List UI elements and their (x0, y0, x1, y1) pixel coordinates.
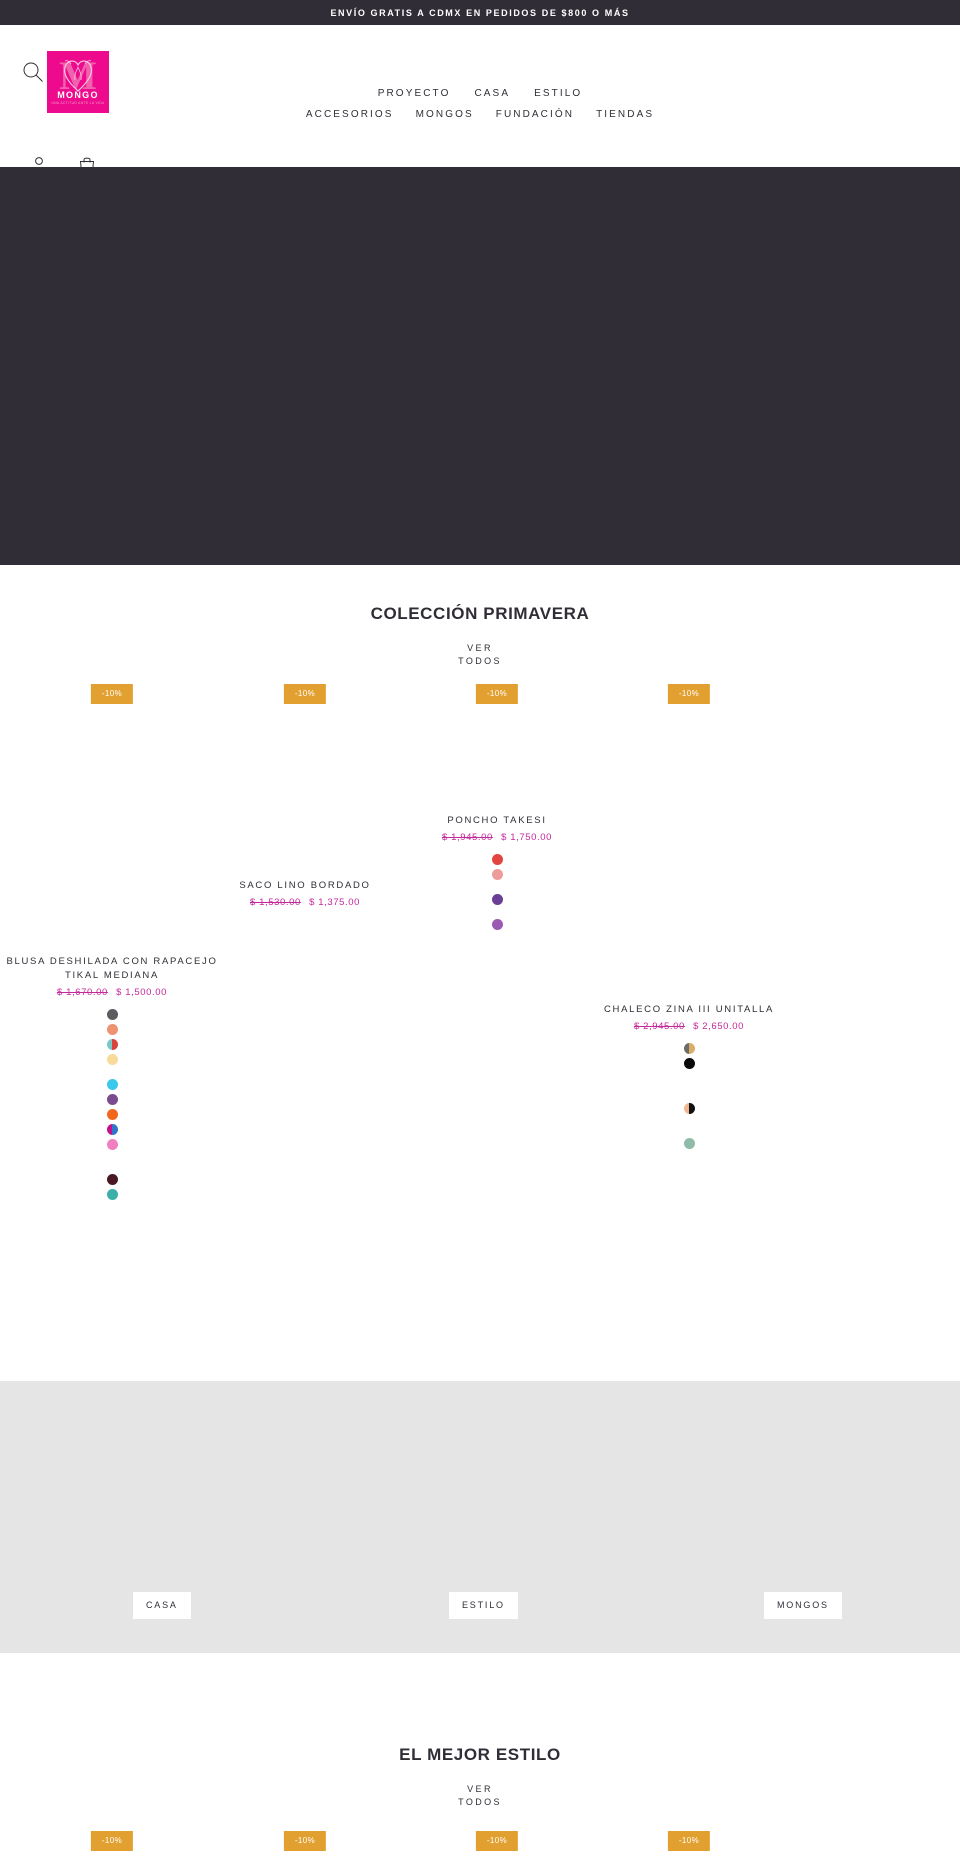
discount-badge: -10% (667, 684, 711, 704)
price-sale: $ 1,500.00 (116, 987, 168, 998)
color-swatch-negro[interactable] (683, 1058, 695, 1069)
color-swatch-naranja[interactable] (106, 1109, 118, 1120)
nav-item-casa[interactable]: CASA (474, 83, 510, 104)
collection-view-all-link[interactable]: VER TODOS (0, 642, 960, 668)
promo-button-casa[interactable]: CASA (133, 1592, 191, 1619)
product-title-line-1: CHALECO ZINA III UNITALLA (603, 1004, 775, 1015)
color-swatch-magenta-azul[interactable] (106, 1124, 118, 1135)
color-swatch-verde-salvia[interactable] (683, 1138, 695, 1149)
bestsellers-product-grid: -10% -10% -10% -10% (0, 1831, 960, 1875)
product-image[interactable] (573, 684, 805, 1003)
product-price: $ 1,670.00 $ 1,500.00 (0, 986, 228, 1000)
discount-badge: -10% (283, 1831, 327, 1851)
color-swatch-gris-camel[interactable] (683, 1043, 695, 1054)
collection-section: COLECCIÓN PRIMAVERA VER TODOS -10% BLUSA… (0, 604, 960, 1224)
swatch-half-right (689, 1103, 695, 1114)
product-card[interactable]: -10% CHALECO ZINA III UNITALLA $ 2,945.0… (573, 684, 805, 1153)
price-sale: $ 1,375.00 (309, 897, 361, 908)
bestsellers-title: EL MEJOR ESTILO (399, 1745, 561, 1764)
nav-item-tiendas[interactable]: TIENDAS (596, 104, 654, 125)
bestsellers-section: EL MEJOR ESTILO VER TODOS -10% -10% -10%… (0, 1745, 960, 1875)
nav-item-estilo[interactable]: ESTILO (534, 83, 582, 104)
nav-item-proyecto[interactable]: PROYECTO (378, 83, 451, 104)
color-swatch-morado[interactable] (106, 1094, 118, 1105)
discount-badge: -10% (283, 684, 327, 704)
price-sale: $ 1,750.00 (501, 832, 553, 843)
nav-row-secondary: ACCESORIOS MONGOS FUNDACIÓN TIENDAS (0, 104, 960, 125)
main-navigation: PROYECTO CASA ESTILO ACCESORIOS MONGOS F… (0, 83, 960, 125)
view-all-line-1: VER (467, 643, 493, 653)
color-swatch-cian[interactable] (106, 1079, 118, 1090)
announcement-bar: ENVÍO GRATIS A CDMX EN PEDIDOS DE $800 O… (0, 0, 960, 25)
color-swatch-rojo[interactable] (491, 854, 503, 865)
price-original: $ 1,530.00 (249, 897, 301, 908)
color-swatch-rosa-palo[interactable] (491, 869, 503, 880)
category-promo-section: CASA ESTILO MONGOS (0, 1381, 960, 1653)
hero-banner[interactable] (0, 167, 960, 565)
color-swatch-morado-oscuro[interactable] (491, 894, 503, 905)
collection-title: COLECCIÓN PRIMAVERA (370, 604, 590, 623)
site-header: M MONGO UNA ACTITUD ANTE LA VIDA PROYECT… (0, 25, 960, 174)
search-icon[interactable] (22, 61, 44, 83)
color-swatch-vino[interactable] (106, 1174, 118, 1185)
discount-badge: -10% (475, 1831, 519, 1851)
collection-product-grid: -10% BLUSA DESHILADA CON RAPACEJO TIKAL … (0, 684, 960, 1224)
swatch-half-right (689, 1043, 695, 1054)
bestsellers-view-all-link[interactable]: VER TODOS (0, 1783, 960, 1809)
color-swatch-amarillo-claro[interactable] (106, 1054, 118, 1065)
color-swatch-verde-agua[interactable] (106, 1189, 118, 1200)
swatch-half-right (112, 1124, 118, 1135)
discount-badge: -10% (90, 1831, 134, 1851)
color-swatch-durazno-negro[interactable] (683, 1103, 695, 1114)
price-original: $ 1,670.00 (56, 987, 108, 998)
nav-item-fundacion[interactable]: FUNDACIÓN (496, 104, 574, 125)
color-swatch-list (573, 1043, 805, 1153)
nav-item-mongos[interactable]: MONGOS (416, 104, 474, 125)
color-swatch-list (0, 1009, 228, 1204)
price-original: $ 2,945.00 (633, 1021, 685, 1032)
discount-badge: -10% (90, 684, 134, 704)
product-title-line-2: TIKAL MEDIANA (64, 970, 160, 981)
view-all-line-2: TODOS (458, 656, 502, 666)
color-swatch-turquesa-rojo[interactable] (106, 1039, 118, 1050)
swatch-half-right (112, 1039, 118, 1050)
color-swatch-rosa[interactable] (106, 1139, 118, 1150)
nav-row-primary: PROYECTO CASA ESTILO (0, 83, 960, 104)
promo-button-estilo[interactable]: ESTILO (449, 1592, 518, 1619)
price-sale: $ 2,650.00 (693, 1021, 745, 1032)
view-all-line-1: VER (467, 1784, 493, 1794)
product-price: $ 2,945.00 $ 2,650.00 (573, 1020, 805, 1034)
discount-badge: -10% (667, 1831, 711, 1851)
product-title-line-1: BLUSA DESHILADA CON RAPACEJO (6, 956, 218, 967)
promo-button-mongos[interactable]: MONGOS (764, 1592, 842, 1619)
color-swatch-salmon[interactable] (106, 1024, 118, 1035)
color-swatch-morado-claro[interactable] (491, 919, 503, 930)
view-all-line-2: TODOS (458, 1797, 502, 1807)
color-swatch-gris-oscuro[interactable] (106, 1009, 118, 1020)
announcement-text: ENVÍO GRATIS A CDMX EN PEDIDOS DE $800 O… (330, 7, 630, 18)
price-original: $ 1,945.00 (441, 832, 493, 843)
discount-badge: -10% (475, 684, 519, 704)
nav-item-accesorios[interactable]: ACCESORIOS (306, 104, 394, 125)
